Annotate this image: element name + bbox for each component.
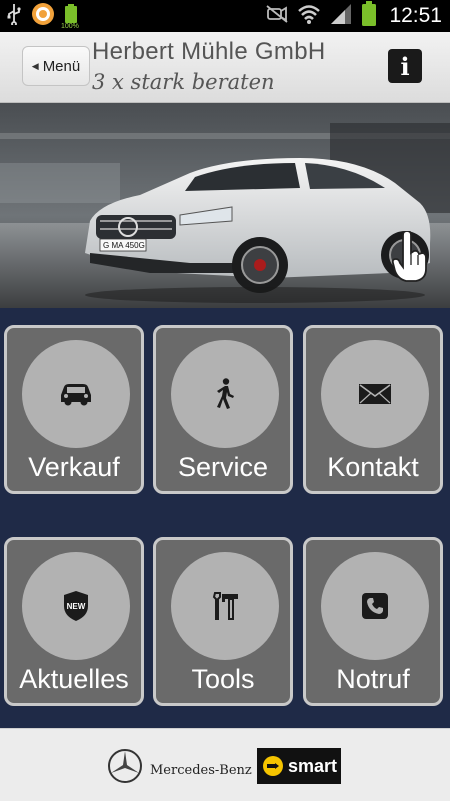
tile-circle (321, 552, 429, 660)
svg-text:NEW: NEW (67, 602, 86, 611)
walking-person-icon (217, 378, 234, 409)
back-arrow-icon: ◀ (31, 60, 39, 71)
tile-kontakt[interactable]: Kontakt (303, 325, 443, 494)
phone-icon (362, 593, 388, 619)
car-photo: G MA 450G (0, 103, 450, 308)
tile-service[interactable]: Service (153, 325, 293, 494)
app-notification-icon (30, 1, 56, 32)
envelope-icon (359, 384, 391, 404)
tools-icon (212, 592, 238, 620)
mute-icon (265, 4, 289, 29)
status-time: 12:51 (389, 4, 442, 27)
info-icon: i (400, 51, 410, 81)
tile-aktuelles[interactable]: NEW Aktuelles (4, 537, 144, 706)
info-button[interactable]: i (388, 49, 422, 83)
svg-text:G MA 450G: G MA 450G (103, 241, 145, 250)
mercedes-star-icon (108, 749, 142, 783)
company-name: Herbert Mühle GmbH (92, 38, 326, 65)
slogan: 3 x stark beraten (92, 70, 275, 94)
tile-verkauf[interactable]: Verkauf (4, 325, 144, 494)
battery-small-label: 100% (61, 23, 79, 30)
tile-label-notruf: Notruf (336, 664, 410, 694)
tile-circle (171, 552, 279, 660)
tile-circle (22, 340, 130, 448)
smart-logo-text: smart (288, 755, 338, 776)
app-header: ◀ Menü Herbert Mühle GmbH 3 x stark bera… (0, 32, 450, 103)
tile-label-service: Service (177, 452, 269, 482)
status-bar-right: 12:51 (265, 0, 442, 32)
smart-logo: smart (257, 748, 341, 784)
tile-label-tools: Tools (191, 664, 255, 694)
tile-label-kontakt: Kontakt (327, 452, 419, 482)
footer: Mercedes-Benz smart (0, 728, 450, 801)
wifi-icon (297, 3, 321, 30)
menu-button-label: Menü (42, 57, 81, 75)
smart-logo-icon (263, 756, 283, 776)
new-badge-icon: NEW (64, 591, 88, 621)
tile-tools[interactable]: Tools (153, 537, 293, 706)
status-bar: 100% 12:51 (0, 0, 450, 32)
battery-full-small-icon: 100% (61, 4, 79, 30)
tile-label-verkauf: Verkauf (28, 452, 120, 482)
car-icon (61, 384, 91, 406)
tile-label-aktuelles: Aktuelles (19, 664, 129, 694)
hero-image[interactable]: G MA 450G (0, 103, 450, 308)
tile-notruf[interactable]: Notruf (303, 537, 443, 706)
hand-pointer-icon (392, 231, 427, 282)
battery-icon (361, 0, 377, 32)
usb-icon (6, 3, 22, 30)
tile-circle: NEW (22, 552, 130, 660)
tile-circle (171, 340, 279, 448)
mercedes-benz-logo-text: Mercedes-Benz (150, 763, 252, 778)
signal-icon (329, 3, 353, 30)
status-bar-left: 100% (6, 1, 79, 32)
tile-circle (321, 340, 429, 448)
menu-button[interactable]: ◀ Menü (22, 46, 90, 86)
